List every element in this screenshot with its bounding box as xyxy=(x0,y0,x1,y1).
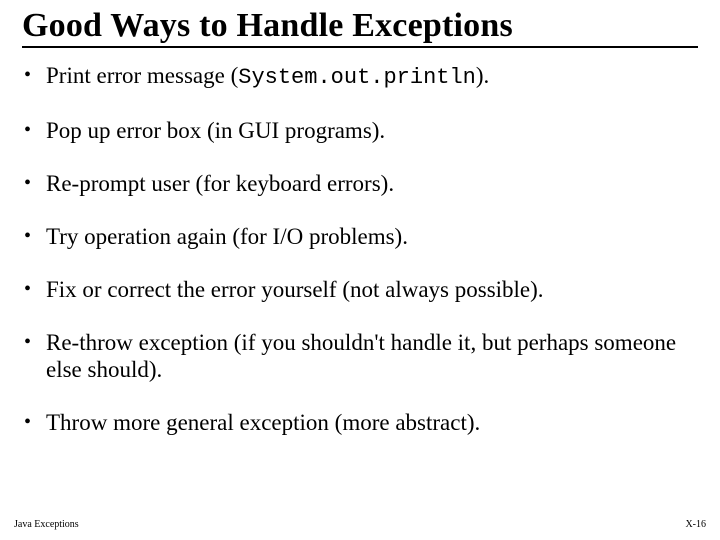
list-item: Re-prompt user (for keyboard errors). xyxy=(22,170,698,197)
code-text: System.out.println xyxy=(238,65,476,90)
bullet-text: Re-throw exception (if you shouldn't han… xyxy=(46,330,676,382)
footer-left: Java Exceptions xyxy=(14,519,79,530)
slide: Good Ways to Handle Exceptions Print err… xyxy=(0,0,720,540)
list-item: Pop up error box (in GUI programs). xyxy=(22,117,698,144)
list-item: Fix or correct the error yourself (not a… xyxy=(22,276,698,303)
bullet-text: Try operation again (for I/O problems). xyxy=(46,224,408,249)
list-item: Re-throw exception (if you shouldn't han… xyxy=(22,329,698,383)
list-item: Try operation again (for I/O problems). xyxy=(22,223,698,250)
bullet-list: Print error message (System.out.println)… xyxy=(22,62,698,437)
list-item: Throw more general exception (more abstr… xyxy=(22,409,698,436)
footer-right: X-16 xyxy=(685,519,706,530)
bullet-text: Pop up error box (in GUI programs). xyxy=(46,118,385,143)
bullet-text: Throw more general exception (more abstr… xyxy=(46,410,480,435)
list-item: Print error message (System.out.println)… xyxy=(22,62,698,91)
bullet-text: Re-prompt user (for keyboard errors). xyxy=(46,171,394,196)
bullet-text: Fix or correct the error yourself (not a… xyxy=(46,277,544,302)
slide-title: Good Ways to Handle Exceptions xyxy=(22,8,698,48)
bullet-text-post: ). xyxy=(476,63,489,88)
bullet-text: Print error message ( xyxy=(46,63,238,88)
